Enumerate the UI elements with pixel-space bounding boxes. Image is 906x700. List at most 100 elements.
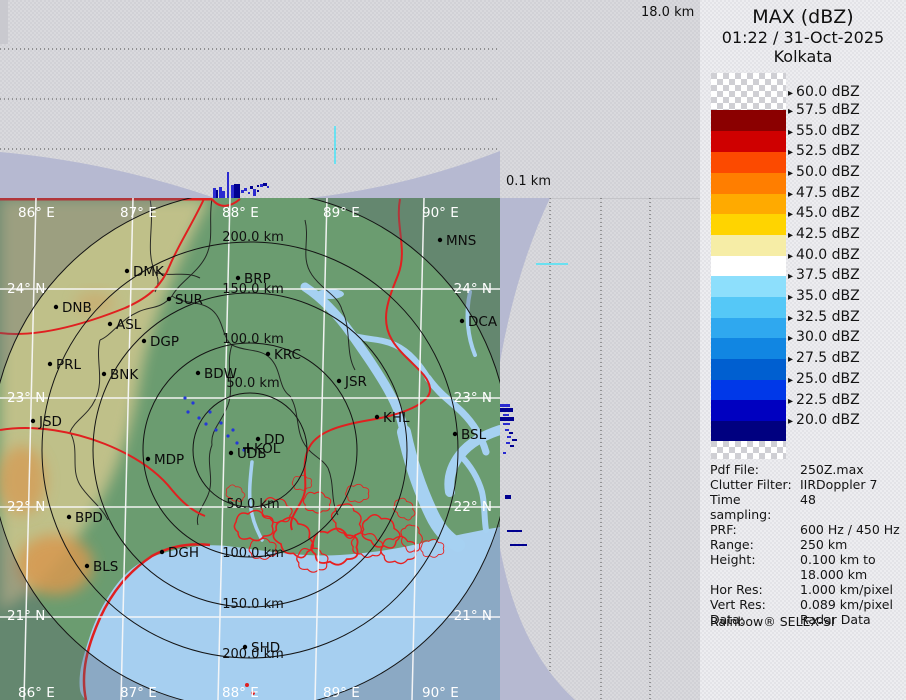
scale-label: ▸42.5 dBZ [788,224,860,244]
city-label: KHL [383,410,410,426]
scale-label: ▸55.0 dBZ [788,121,860,141]
scale-swatch [711,380,786,400]
city-marker [167,297,171,301]
city-label: BPD [75,510,103,526]
top-profile-echoes [213,126,336,198]
height-axis-max-label: 18.0 km [641,5,694,20]
longitude-label: 89° E [323,685,360,700]
longitude-label: 90° E [422,685,459,700]
city-marker [243,645,247,649]
metadata-row: Vert Res:0.089 km/pixel [710,597,906,612]
metadata-row: Hor Res:1.000 km/pixel [710,582,906,597]
axis-stub [0,0,8,44]
city-marker [85,564,89,568]
metadata-row: Height:0.100 km to [710,552,906,567]
city-label: BNK [110,367,139,383]
city-label: ASL [116,317,142,333]
right-profile-plot [500,198,700,700]
city-label: DGP [150,334,179,350]
longitude-label: 86° E [18,685,55,700]
radar-site-label: KOL [254,441,281,457]
longitude-label: 87° E [120,685,157,700]
longitude-label: 88° E [222,685,259,700]
no-data-wedge-bottom [500,548,575,700]
city-marker [146,457,150,461]
scale-swatch [711,421,786,441]
longitude-label: 90° E [422,205,459,221]
map-viewport[interactable]: 200.0 km150.0 km100.0 km50.0 km50.0 km10… [0,198,500,700]
metadata-row: Time sampling:48 [710,492,906,522]
range-ring-label: 50.0 km [226,497,279,512]
city-marker [142,339,146,343]
city-marker [196,371,200,375]
scale-swatch [711,173,786,194]
metadata-row: Clutter Filter:IIRDoppler 7 [710,477,906,492]
scale-swatch [711,110,786,131]
scale-label: ▸25.0 dBZ [788,369,860,389]
product-title: MAX (dBZ) [700,6,906,28]
city-label: JSD [38,414,62,430]
city-marker [229,451,233,455]
scale-label: ▸60.0 dBZ [788,82,860,102]
city-marker [438,238,442,242]
metadata-row: PRF:600 Hz / 450 Hz [710,522,906,537]
metadata-row: Pdf File:250Z.max [710,462,906,477]
latitude-label: 21° N [7,608,45,624]
city-marker [48,362,52,366]
scale-label: ▸22.5 dBZ [788,390,860,410]
scale-label: ▸45.0 dBZ [788,203,860,223]
latitude-label: 22° N [454,499,492,515]
scale-swatch [711,194,786,214]
city-marker [108,322,112,326]
scale-swatch [711,131,786,152]
scale-label: ▸50.0 dBZ [788,162,860,182]
latitude-label: 24° N [454,281,492,297]
metadata-row: 18.000 km [710,567,906,582]
scale-label: ▸32.5 dBZ [788,307,860,327]
city-marker [375,415,379,419]
city-label: BSL [461,427,487,443]
lake [316,289,344,299]
city-label: MDP [154,452,184,468]
scale-label: ▸30.0 dBZ [788,327,860,347]
range-ring-label: 100.0 km [222,332,284,347]
radar-display-window: 18.0 km 0.1 km [0,0,906,700]
scale-swatch [711,256,786,276]
city-label: JSR [344,374,367,390]
scale-label: ▸57.5 dBZ [788,100,860,120]
legend-panel: MAX (dBZ) 01:22 / 31-Oct-2025 Kolkata ▸6… [700,0,906,700]
longitude-label: 89° E [323,205,360,221]
latitude-label: 23° N [7,390,45,406]
city-marker [236,276,240,280]
city-label: DCA [468,314,498,330]
city-label: MNS [446,233,476,249]
city-marker [31,419,35,423]
scale-swatch [711,235,786,256]
latitude-label: 24° N [7,281,45,297]
radar-map: 200.0 km150.0 km100.0 km50.0 km50.0 km10… [0,198,500,700]
scale-label: ▸52.5 dBZ [788,141,860,161]
longitude-label: 88° E [222,205,259,221]
city-marker [460,319,464,323]
latitude-label: 21° N [454,608,492,624]
city-label: SUR [175,292,203,308]
city-label: BRP [244,271,271,287]
range-ring-label: 100.0 km [222,546,284,561]
scale-swatch [711,276,786,297]
city-marker [102,372,106,376]
scale-swatch [711,338,786,359]
top-profile-panel [0,0,500,198]
scale-swatch [711,400,786,421]
scale-swatch [711,441,786,459]
city-marker [67,515,71,519]
scale-label: ▸20.0 dBZ [788,410,860,430]
range-ring-label: 200.0 km [222,230,284,245]
scale-swatch [711,297,786,318]
scale-swatch [711,73,786,110]
color-scale [711,73,786,459]
longitude-label: 87° E [120,205,157,221]
metadata-row: Range:250 km [710,537,906,552]
scale-label: ▸37.5 dBZ [788,265,860,285]
city-label: KRC [274,347,301,363]
city-label: DGH [168,545,199,561]
